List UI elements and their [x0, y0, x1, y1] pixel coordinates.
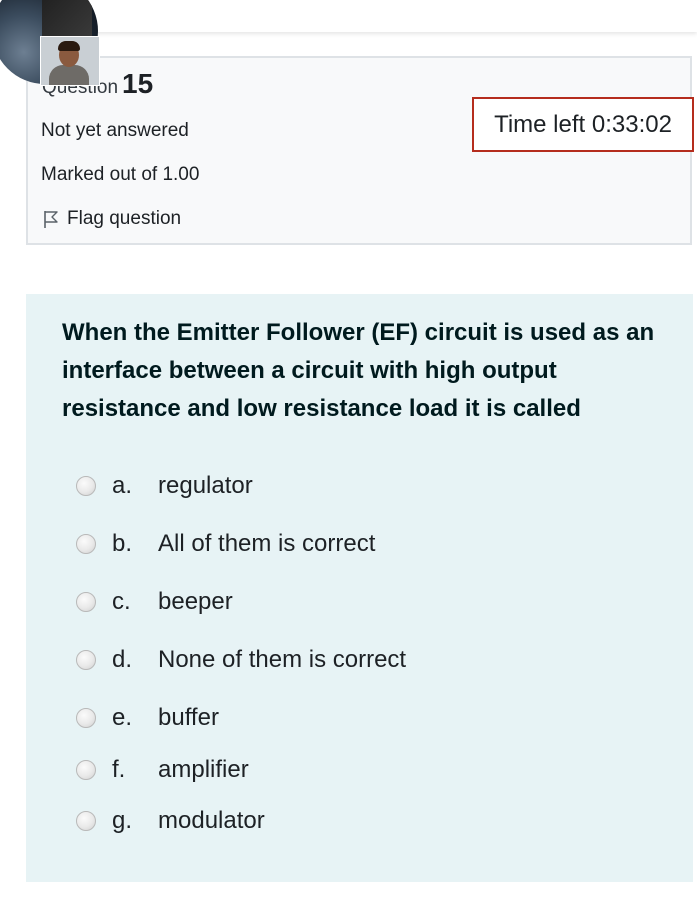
quiz-timer: Time left 0:33:02: [472, 97, 694, 152]
answer-option-f[interactable]: f. amplifier: [76, 750, 249, 790]
option-label: amplifier: [158, 756, 249, 783]
timer-text: Time left 0:33:02: [494, 110, 672, 138]
top-navbar: [0, 0, 697, 32]
flag-icon: [44, 211, 58, 228]
option-label: beeper: [158, 588, 233, 615]
option-letter: b.: [112, 530, 133, 557]
option-letter: c.: [112, 588, 131, 615]
option-label: regulator: [158, 472, 253, 499]
radio-button[interactable]: [76, 534, 96, 554]
option-label: modulator: [158, 807, 265, 834]
option-letter: f.: [112, 756, 126, 783]
answer-option-b[interactable]: b. All of them is correct: [76, 524, 375, 564]
question-number-value: 15: [122, 68, 154, 99]
option-label: All of them is correct: [158, 530, 376, 557]
question-formulation: When the Emitter Follower (EF) circuit i…: [26, 294, 693, 882]
radio-button[interactable]: [76, 476, 96, 496]
question-state: Not yet answered: [41, 120, 189, 141]
answer-option-a[interactable]: a. regulator: [76, 466, 253, 506]
radio-button[interactable]: [76, 811, 96, 831]
option-letter: g.: [112, 807, 133, 834]
question-text: When the Emitter Follower (EF) circuit i…: [62, 319, 655, 422]
answer-option-g[interactable]: g. modulator: [76, 801, 265, 841]
avatar-photo: [40, 36, 100, 86]
radio-button[interactable]: [76, 760, 96, 780]
option-label: buffer: [158, 704, 219, 731]
option-letter: d.: [112, 646, 133, 673]
radio-button[interactable]: [76, 650, 96, 670]
answer-option-d[interactable]: d. None of them is correct: [76, 640, 406, 680]
radio-button[interactable]: [76, 708, 96, 728]
answer-option-c[interactable]: c. beeper: [76, 582, 233, 622]
option-letter: a.: [112, 472, 133, 499]
flag-question-link[interactable]: Flag question: [41, 208, 181, 230]
option-label: None of them is correct: [158, 646, 407, 673]
flag-question-label: Flag question: [67, 208, 182, 229]
radio-button[interactable]: [76, 592, 96, 612]
user-avatar[interactable]: [0, 0, 100, 100]
option-letter: e.: [112, 704, 133, 731]
question-grade: Marked out of 1.00: [41, 164, 200, 185]
answer-option-e[interactable]: e. buffer: [76, 698, 219, 738]
